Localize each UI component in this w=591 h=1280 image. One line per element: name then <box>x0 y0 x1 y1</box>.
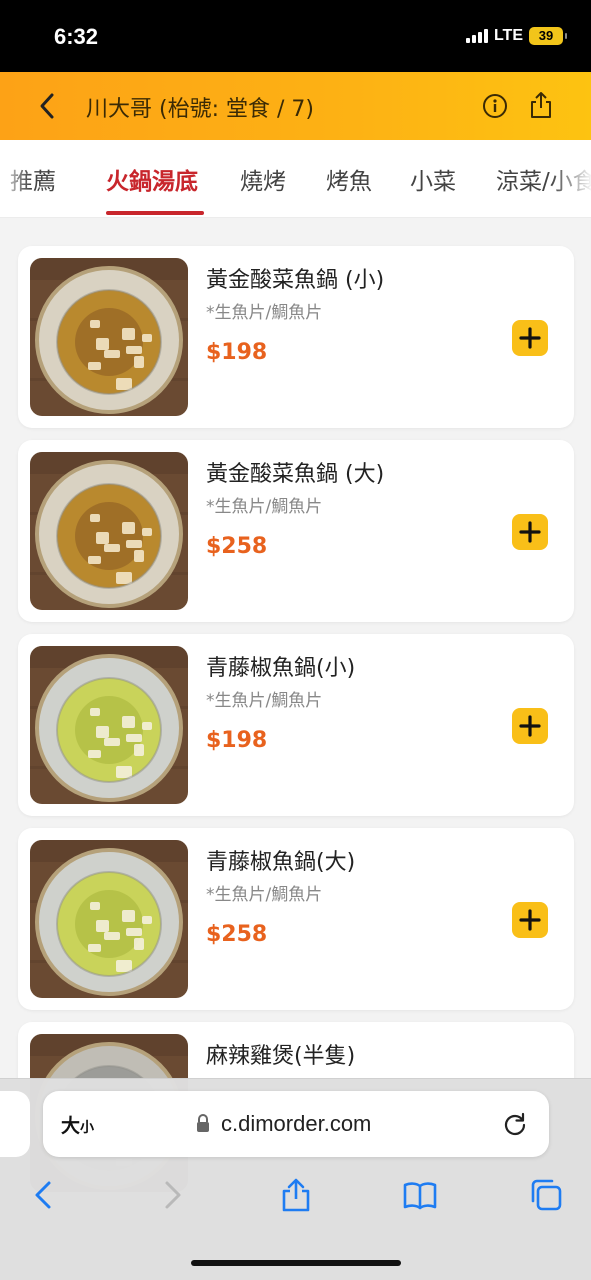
share-icon <box>282 1178 310 1212</box>
dish-photo <box>30 646 188 804</box>
add-to-cart-button[interactable] <box>512 320 548 356</box>
previous-tab-preview[interactable] <box>0 1091 30 1157</box>
item-name: 麻辣雞煲(半隻) <box>206 1044 356 1069</box>
status-time: 6:32 <box>54 24 99 49</box>
app-header: 川大哥 (枱號: 堂食 / 7) <box>0 72 591 140</box>
network-type: LTE <box>493 27 523 44</box>
home-indicator <box>191 1260 401 1266</box>
bookmarks-button[interactable] <box>402 1177 438 1213</box>
chevron-right-icon <box>165 1181 181 1209</box>
menu-item-card[interactable]: 黃金酸菜魚鍋 (大) *生魚片/鯛魚片 $258 <box>18 440 574 622</box>
tab-grilled-fish[interactable]: 烤魚 <box>326 162 372 196</box>
item-price: $198 <box>206 728 268 753</box>
reload-button[interactable] <box>501 1110 529 1138</box>
tabs-button[interactable] <box>528 1177 564 1213</box>
browser-toolbar: 大小 c.dimorder.com <box>0 1078 591 1280</box>
item-description: *生魚片/鯛魚片 <box>206 885 323 905</box>
tab-bbq[interactable]: 燒烤 <box>240 162 286 196</box>
lock-icon <box>197 1114 209 1132</box>
item-price: $258 <box>206 534 268 559</box>
item-name: 青藤椒魚鍋(小) <box>206 656 356 681</box>
text-size-big: 大 <box>61 1115 81 1137</box>
item-price: $198 <box>206 340 268 365</box>
battery-icon: 39 <box>529 27 567 45</box>
tabs-icon <box>531 1179 562 1211</box>
category-tabs: 推薦 火鍋湯底 燒烤 烤魚 小菜 涼菜/小食 <box>0 140 591 218</box>
info-icon <box>483 94 507 118</box>
item-description: *生魚片/鯛魚片 <box>206 691 323 711</box>
share-icon <box>531 92 551 118</box>
add-to-cart-button[interactable] <box>512 514 548 550</box>
text-size-small: 小 <box>80 1120 95 1136</box>
plus-icon <box>519 715 541 737</box>
status-bar: 6:32 LTE 39 <box>0 0 591 72</box>
dish-photo <box>30 840 188 998</box>
back-button[interactable] <box>32 90 64 122</box>
add-to-cart-button[interactable] <box>512 708 548 744</box>
reload-icon <box>504 1112 526 1136</box>
browser-forward-button[interactable] <box>154 1177 190 1213</box>
chevron-left-icon <box>35 1181 51 1209</box>
text-size-button[interactable]: 大小 <box>61 1111 94 1138</box>
plus-icon <box>519 909 541 931</box>
share-button[interactable] <box>528 90 554 120</box>
status-indicators: LTE 39 <box>465 27 567 45</box>
url-text: c.dimorder.com <box>221 1111 372 1136</box>
cellular-signal-icon <box>465 29 488 43</box>
plus-icon <box>519 521 541 543</box>
add-to-cart-button[interactable] <box>512 902 548 938</box>
dish-photo <box>30 452 188 610</box>
item-name: 黃金酸菜魚鍋 (小) <box>206 268 385 293</box>
tab-side-dishes[interactable]: 小菜 <box>410 162 456 196</box>
menu-item-card[interactable]: 青藤椒魚鍋(大) *生魚片/鯛魚片 $258 <box>18 828 574 1010</box>
chevron-left-icon <box>40 93 54 119</box>
browser-share-button[interactable] <box>278 1177 314 1213</box>
tab-hotpot-soup[interactable]: 火鍋湯底 <box>106 162 198 196</box>
battery-level: 39 <box>538 28 554 43</box>
menu-item-card[interactable]: 青藤椒魚鍋(小) *生魚片/鯛魚片 $198 <box>18 634 574 816</box>
active-tab-indicator <box>106 211 204 215</box>
menu-item-card[interactable]: 黃金酸菜魚鍋 (小) *生魚片/鯛魚片 $198 <box>18 246 574 428</box>
item-name: 青藤椒魚鍋(大) <box>206 850 356 875</box>
item-description: *生魚片/鯛魚片 <box>206 303 323 323</box>
book-icon <box>403 1182 437 1210</box>
item-price: $258 <box>206 922 268 947</box>
page-title: 川大哥 (枱號: 堂食 / 7) <box>86 97 314 122</box>
plus-icon <box>519 327 541 349</box>
item-name: 黃金酸菜魚鍋 (大) <box>206 462 385 487</box>
dish-photo <box>30 258 188 416</box>
item-description: *生魚片/鯛魚片 <box>206 497 323 517</box>
browser-back-button[interactable] <box>26 1177 62 1213</box>
address-bar[interactable]: 大小 c.dimorder.com <box>43 1091 549 1157</box>
info-button[interactable] <box>482 93 508 119</box>
